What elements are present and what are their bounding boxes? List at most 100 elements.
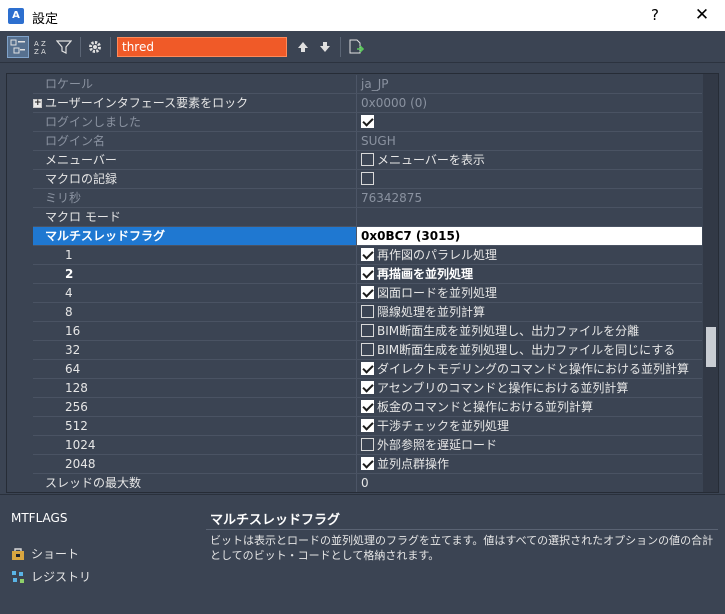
- checkbox-unchecked[interactable]: [361, 343, 374, 356]
- shortcut-link[interactable]: ショート: [11, 545, 79, 562]
- property-row[interactable]: ログインしました: [7, 113, 702, 132]
- property-value: 0: [356, 474, 702, 492]
- variable-name: MTFLAGS: [11, 511, 68, 525]
- flag-row[interactable]: 2048 並列点群操作: [7, 455, 702, 474]
- flag-row[interactable]: 64 ダイレクトモデリングのコマンドと操作における並列計算: [7, 360, 702, 379]
- flag-row[interactable]: 2 再描画を並列処理: [7, 265, 702, 284]
- arrow-down-icon: [320, 42, 330, 52]
- toolbar-separator: [110, 37, 111, 57]
- registry-label: レジストリ: [31, 570, 92, 584]
- scrollbar-thumb[interactable]: [706, 327, 716, 367]
- property-value-text: 隠線処理を並列計算: [377, 305, 486, 319]
- property-value-text: BIM断面生成を並列処理し、出力ファイルを分離: [377, 324, 640, 338]
- property-value: 76342875: [356, 189, 702, 208]
- property-value[interactable]: [356, 170, 702, 189]
- flag-row[interactable]: 256 板金のコマンドと操作における並列計算: [7, 398, 702, 417]
- checkbox-unchecked[interactable]: [361, 324, 374, 337]
- property-row[interactable]: マクロ モード: [7, 208, 702, 227]
- property-value[interactable]: 図面ロードを並列処理: [356, 284, 702, 303]
- checkbox-checked[interactable]: [361, 286, 374, 299]
- export-document-icon: [349, 39, 364, 54]
- flag-row[interactable]: 128 アセンブリのコマンドと操作における並列計算: [7, 379, 702, 398]
- property-row[interactable]: スレッドの最大数 0: [7, 474, 702, 492]
- checkbox-checked[interactable]: [361, 115, 374, 128]
- title-bar: A 設定 ? ✕: [0, 0, 725, 31]
- property-value-text: 再描画を並列処理: [377, 267, 474, 281]
- sort-az-button[interactable]: A Z Z A: [30, 36, 52, 58]
- filter-button[interactable]: [53, 36, 75, 58]
- help-button[interactable]: ?: [632, 0, 678, 31]
- checkbox-checked[interactable]: [361, 381, 374, 394]
- close-button[interactable]: ✕: [679, 0, 725, 31]
- flag-row[interactable]: 512 干渉チェックを並列処理: [7, 417, 702, 436]
- vertical-scrollbar[interactable]: [703, 74, 718, 492]
- property-row[interactable]: ロケール ja_JP: [7, 75, 702, 94]
- checkbox-unchecked[interactable]: [361, 172, 374, 185]
- checkbox-checked[interactable]: [361, 457, 374, 470]
- property-value[interactable]: 隠線処理を並列計算: [356, 303, 702, 322]
- property-name: マクロの記録: [45, 172, 118, 186]
- property-value-text: BIM断面生成を並列処理し、出力ファイルを同じにする: [377, 343, 676, 357]
- checkbox-unchecked[interactable]: [361, 153, 374, 166]
- flag-row[interactable]: 16 BIM断面生成を並列処理し、出力ファイルを分離: [7, 322, 702, 341]
- previous-match-button[interactable]: [292, 36, 314, 58]
- shortcut-icon: [12, 547, 24, 560]
- search-input[interactable]: [117, 37, 287, 57]
- flag-row[interactable]: 1024 外部参照を遅延ロード: [7, 436, 702, 455]
- checkbox-unchecked[interactable]: [361, 305, 374, 318]
- checkbox-checked[interactable]: [361, 400, 374, 413]
- export-button[interactable]: [345, 36, 367, 58]
- shortcut-label: ショート: [31, 547, 80, 561]
- property-row[interactable]: メニューバー メニューバーを表示: [7, 151, 702, 170]
- property-row[interactable]: + ユーザーインタフェース要素をロック 0x0000 (0): [7, 94, 702, 113]
- flag-row[interactable]: 8 隠線処理を並列計算: [7, 303, 702, 322]
- categorized-view-button[interactable]: [7, 36, 29, 58]
- property-name: マクロ モード: [45, 210, 121, 224]
- property-grid: ロケール ja_JP + ユーザーインタフェース要素をロック 0x0000 (0) ログイ…: [6, 73, 719, 493]
- next-match-button[interactable]: [314, 36, 336, 58]
- property-name: 2048: [65, 457, 96, 471]
- property-row[interactable]: ミリ秒 76342875: [7, 189, 702, 208]
- property-value[interactable]: 干渉チェックを並列処理: [356, 417, 702, 436]
- svg-text:Z: Z: [34, 48, 39, 55]
- property-name: 1024: [65, 438, 96, 452]
- checkbox-checked[interactable]: [361, 248, 374, 261]
- property-value[interactable]: BIM断面生成を並列処理し、出力ファイルを分離: [356, 322, 702, 341]
- flag-row[interactable]: 1 再作図のパラレル処理: [7, 246, 702, 265]
- filter-icon: [56, 40, 72, 54]
- property-value-text: 並列点群操作: [377, 457, 450, 471]
- window-title: 設定: [32, 12, 59, 27]
- flag-row[interactable]: 32 BIM断面生成を並列処理し、出力ファイルを同じにする: [7, 341, 702, 360]
- property-value[interactable]: [356, 113, 702, 132]
- property-value-text: メニューバーを表示: [377, 153, 485, 167]
- registry-link[interactable]: レジストリ: [11, 568, 91, 585]
- property-value[interactable]: 外部参照を遅延ロード: [356, 436, 702, 455]
- property-row[interactable]: マクロの記録: [7, 170, 702, 189]
- checkbox-checked[interactable]: [361, 267, 374, 280]
- property-value-text: 図面ロードを並列処理: [377, 286, 498, 300]
- property-value[interactable]: メニューバーを表示: [356, 151, 702, 170]
- property-value[interactable]: 再作図のパラレル処理: [356, 246, 702, 265]
- property-value[interactable]: ダイレクトモデリングのコマンドと操作における並列計算: [356, 360, 702, 379]
- property-row[interactable]: −マルチスレッドフラグ0x0BC7 (3015): [7, 227, 702, 246]
- checkbox-unchecked[interactable]: [361, 438, 374, 451]
- toolbar-separator: [340, 37, 341, 57]
- property-row[interactable]: ログイン名 SUGH: [7, 132, 702, 151]
- checkbox-checked[interactable]: [361, 362, 374, 375]
- toolbar-separator: [80, 37, 81, 57]
- property-name: スレッドの最大数: [45, 476, 142, 490]
- checkbox-checked[interactable]: [361, 419, 374, 432]
- settings-button[interactable]: [84, 36, 106, 58]
- property-value-text: アセンブリのコマンドと操作における並列計算: [377, 381, 629, 395]
- info-panel: MTFLAGS ショート レジストリ マルチスレッドフラグ ビットは表示とロード…: [0, 494, 725, 614]
- property-value-text: 再作図のパラレル処理: [377, 248, 498, 262]
- flag-row[interactable]: 4 図面ロードを並列処理: [7, 284, 702, 303]
- expand-icon[interactable]: +: [33, 99, 42, 108]
- property-value[interactable]: 並列点群操作: [356, 455, 702, 474]
- property-value-text: 76342875: [361, 191, 423, 205]
- property-value[interactable]: 板金のコマンドと操作における並列計算: [356, 398, 702, 417]
- property-name: マルチスレッドフラグ: [33, 227, 356, 246]
- property-value[interactable]: アセンブリのコマンドと操作における並列計算: [356, 379, 702, 398]
- property-value[interactable]: BIM断面生成を並列処理し、出力ファイルを同じにする: [356, 341, 702, 360]
- property-value[interactable]: 再描画を並列処理: [356, 265, 702, 284]
